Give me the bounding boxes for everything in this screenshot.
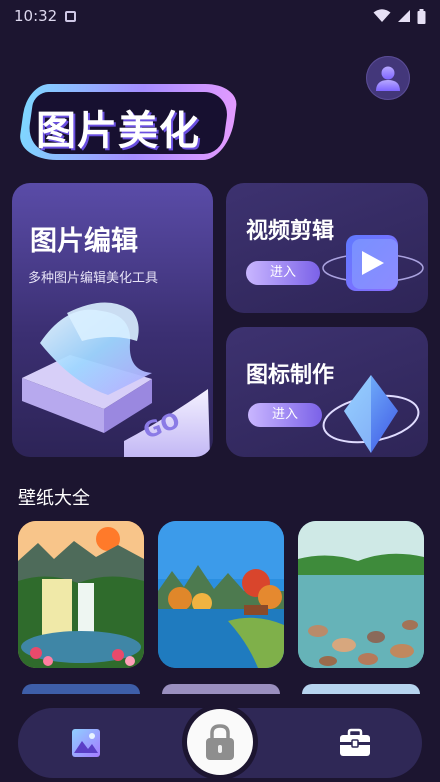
wallpaper-thumbnail-partial-2[interactable] <box>162 684 280 694</box>
icon-enter-button[interactable]: 进入 <box>248 403 322 427</box>
logo-text: 图片美化 <box>36 108 200 154</box>
video-enter-button[interactable]: 进入 <box>246 261 320 285</box>
status-bar: 10:32 <box>0 0 440 32</box>
lock-icon <box>206 724 234 760</box>
wallpaper-section-title: 壁纸大全 <box>18 488 90 509</box>
status-icons <box>373 8 426 24</box>
nav-toolbox-button[interactable] <box>338 727 372 759</box>
status-time: 10:32 <box>14 7 58 25</box>
user-avatar-button[interactable] <box>366 56 410 100</box>
wallpaper-thumbnail-partial-1[interactable] <box>22 684 140 694</box>
wifi-icon <box>373 9 391 22</box>
image-edit-illustration: GO <box>22 302 210 457</box>
video-edit-card[interactable]: 视频剪辑 进入 <box>226 183 428 313</box>
video-play-icon <box>322 235 424 291</box>
wallpaper-thumbnail-partial-3[interactable] <box>302 684 420 694</box>
app-logo: 图片美化 <box>16 78 240 164</box>
gallery-icon <box>72 729 100 757</box>
wallpaper-thumbnail-lake[interactable] <box>158 521 284 668</box>
wallpaper-thumbnail-stream[interactable] <box>298 521 424 668</box>
nav-lock-button[interactable] <box>187 709 253 775</box>
image-edit-card[interactable]: 图片编辑 多种图片编辑美化工具 GO <box>12 183 213 457</box>
diamond-icon <box>322 375 420 453</box>
icon-make-card[interactable]: 图标制作 进入 <box>226 327 428 457</box>
wallpaper-thumbnail-waterfall[interactable] <box>18 521 144 668</box>
toolbox-icon <box>340 728 370 756</box>
signal-icon <box>398 10 410 22</box>
nav-gallery-button[interactable] <box>70 727 102 759</box>
user-icon <box>376 66 400 91</box>
battery-icon <box>417 8 426 24</box>
notification-icon <box>65 10 77 22</box>
